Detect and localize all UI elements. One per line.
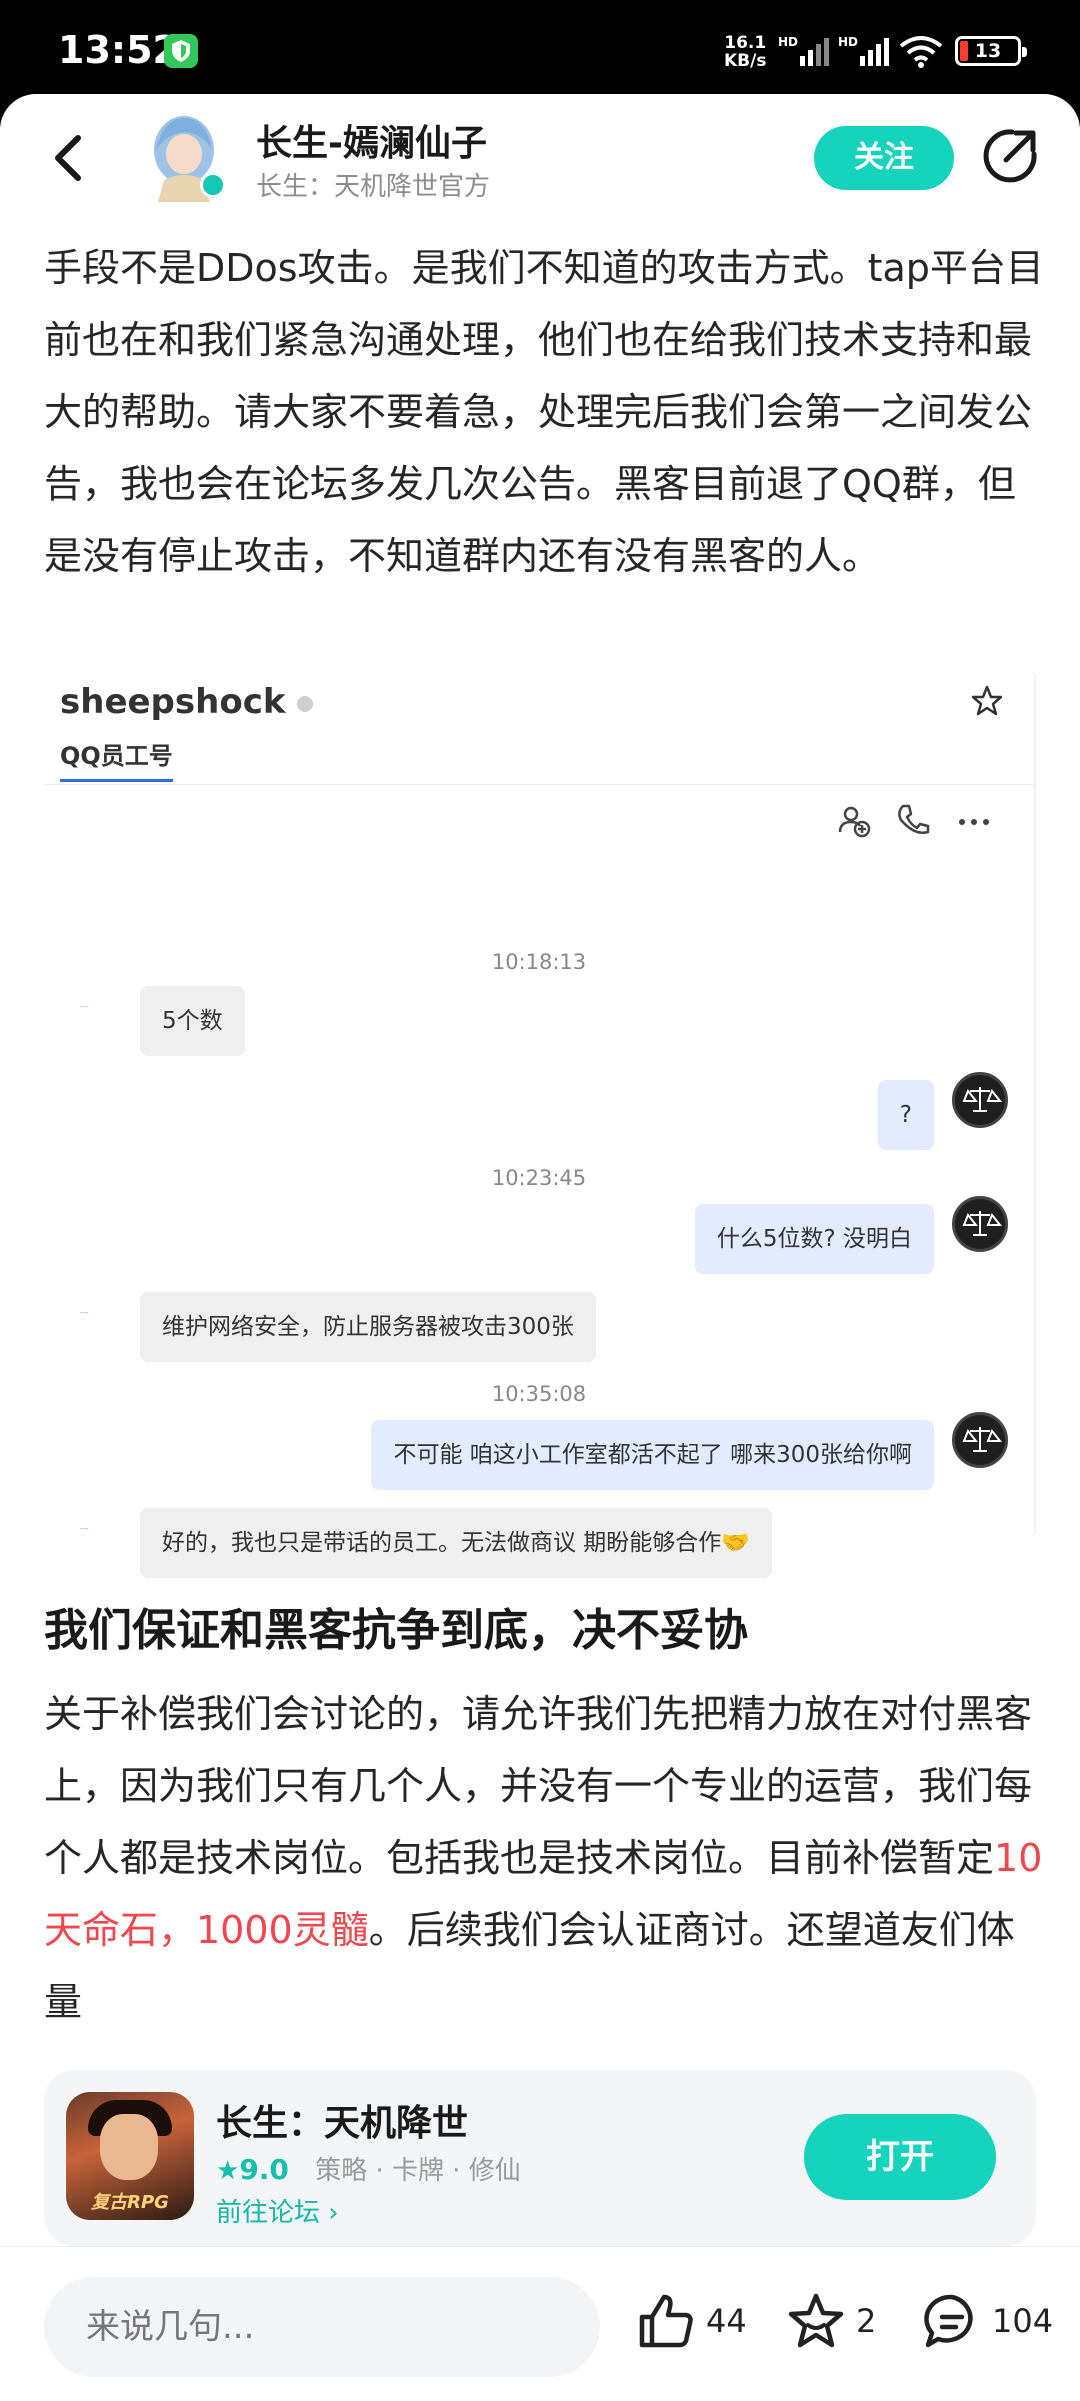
svg-text:HD: HD [838,35,858,49]
network-speed: 16.1 KB/s [724,33,767,71]
signal-sim2-icon: HD [838,34,898,72]
chat-avatar [952,1412,1008,1468]
phone-icon [898,804,930,834]
share-icon[interactable] [980,126,1040,186]
author-name[interactable]: 长生-嫣澜仙子 [256,114,487,166]
chat-timestamp: 10:35:08 [491,1382,587,1406]
comment-input[interactable]: 来说几句... [44,2277,600,2377]
divider [44,784,1034,785]
post-paragraph-2: 关于补偿我们会讨论的，请允许我们先把精力放在对付黑客上，因为我们只有几个人，并没… [44,1692,1043,2024]
forum-link[interactable]: 前往论坛 › [216,2192,339,2229]
game-icon[interactable]: 复古RPG [66,2092,194,2220]
sender-label: --- [80,1308,89,1317]
game-card[interactable]: 复古RPG 长生：天机降世 ★9.0 策略 · 卡牌 · 修仙 前往论坛 › 打… [44,2070,1036,2246]
comment-count: 104 [992,2302,1054,2340]
author-avatar[interactable] [144,110,226,202]
game-icon-tag: 复古RPG [91,2192,169,2213]
post-page: 长生-嫣澜仙子 长生：天机降世官方 关注 手段不是DDos攻击。是我们不知道的攻… [0,94,1080,2401]
comment-bubble-icon [924,2294,973,2348]
follow-button[interactable]: 关注 [814,126,954,190]
game-score: 9.0 [239,2153,289,2186]
sender-label: --- [80,1524,89,1533]
chat-avatar [952,1196,1008,1252]
post-heading: 我们保证和黑客抗争到底，决不妥协 [44,1605,748,1656]
chat-message-left: 好的，我也只是带话的员工。无法做商议 期盼能够合作🤝 [140,1508,772,1578]
game-tags: 策略 · 卡牌 · 修仙 [315,2156,521,2186]
chat-message-left: 5个数 [140,986,245,1056]
rating-star-icon: ★ [216,2156,240,2186]
comment-button[interactable]: 104 [922,2291,1053,2351]
wifi-icon [898,34,944,72]
more-icon [959,819,989,825]
post-paragraph-1: 手段不是DDos攻击。是我们不知道的攻击方式。tap平台目前也在和我们紧急沟通处… [44,246,1044,578]
chat-timestamp: 10:18:13 [491,950,587,974]
chat-message-right: 什么5位数? 没明白 [694,1204,934,1274]
online-status-dot [297,695,314,712]
battery-indicator: 13 [955,36,1027,66]
chat-toolbar [818,802,994,838]
chat-message-left: 维护网络安全，防止服务器被攻击300张 [140,1292,596,1362]
author-subtitle: 长生：天机降世官方 [256,172,491,202]
favorite-button[interactable]: 2 [786,2291,876,2351]
game-name[interactable]: 长生：天机降世 [216,2094,468,2146]
game-meta: ★9.0 策略 · 卡牌 · 修仙 [216,2150,521,2187]
svg-text:HD: HD [778,35,798,49]
chat-avatar [952,1072,1008,1128]
status-time: 13:52 [58,28,179,72]
chat-contact-name: sheepshock [60,682,314,722]
back-button[interactable] [44,128,94,188]
like-count: 44 [706,2302,747,2340]
chat-timestamp: 10:23:45 [491,1166,587,1190]
star-outline-icon [788,2293,844,2348]
chat-message-right: ? [877,1080,934,1150]
add-contact-icon [838,806,871,838]
favorite-count: 2 [856,2302,877,2340]
chevron-right-icon: › [328,2198,339,2228]
verified-badge-icon [200,172,226,198]
bottom-action-bar: 来说几句... 44 2 104 [0,2246,1080,2401]
chat-message-right: 不可能 咱这小工作室都活不起了 哪来300张给你啊 [371,1420,934,1490]
chevron-left-icon [55,135,81,181]
sender-label: --- [80,1002,89,1011]
post-header: 长生-嫣澜仙子 长生：天机降世官方 关注 [0,94,1080,224]
thumbs-up-icon [639,2294,693,2348]
open-game-button[interactable]: 打开 [804,2114,996,2200]
like-button[interactable]: 44 [636,2291,747,2351]
star-icon [970,684,1004,718]
security-shield-icon [164,34,198,68]
signal-sim1-icon: HD [778,34,838,72]
chat-tab: QQ员工号 [60,736,173,782]
embedded-chat-screenshot: sheepshock QQ员工号 10:18:13 --- 5个数 ? 10:2… [44,674,1036,1578]
status-bar: 13:52 16.1 KB/s HD HD 13 [0,0,1080,100]
